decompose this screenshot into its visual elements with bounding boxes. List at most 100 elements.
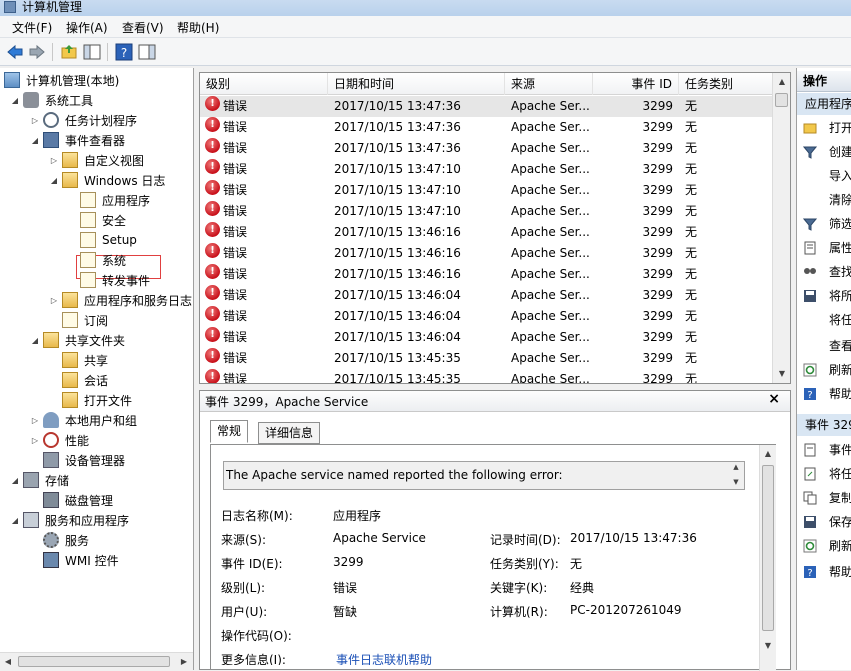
tree-node-system-log[interactable]: 系统 bbox=[80, 251, 128, 269]
column-header-source[interactable]: 来源 bbox=[505, 73, 593, 95]
tab-details[interactable]: 详细信息 bbox=[258, 422, 321, 444]
forward-arrow-icon[interactable] bbox=[28, 43, 46, 61]
collapse-arrow-icon[interactable]: ◢ bbox=[49, 176, 59, 185]
tree-node-application-log[interactable]: 应用程序 bbox=[80, 191, 152, 209]
tree-node-subscriptions[interactable]: 订阅 bbox=[62, 311, 110, 329]
source-value: Apache Service bbox=[333, 531, 426, 545]
collapse-arrow-icon[interactable]: ◢ bbox=[30, 136, 40, 145]
menu-help[interactable]: 帮助(H) bbox=[177, 19, 219, 36]
tree-node-shares[interactable]: 共享 bbox=[62, 351, 110, 369]
tree-node-security-log[interactable]: 安全 bbox=[80, 211, 128, 229]
table-row[interactable]: ! 错误 2017/10/15 13:46:16 Apache Ser... 3299 无 bbox=[200, 264, 774, 285]
table-row[interactable]: ! 错误 2017/10/15 13:47:36 Apache Ser... 3299 无 bbox=[200, 117, 774, 138]
table-row[interactable]: ! 错误 2017/10/15 13:46:04 Apache Ser... 3299 无 bbox=[200, 327, 774, 348]
more-info-link[interactable]: 事件日志联机帮助 bbox=[336, 651, 432, 665]
expand-arrow-icon[interactable]: ▷ bbox=[49, 156, 59, 165]
menu-action[interactable]: 操作(A) bbox=[66, 19, 108, 36]
scroll-thumb[interactable] bbox=[762, 465, 774, 631]
event-message-box[interactable]: The Apache service named reported the fo… bbox=[223, 461, 745, 490]
cell-source: Apache Ser... bbox=[511, 141, 590, 155]
action-label: 事件 bbox=[829, 443, 851, 457]
tree-node-app-service-logs[interactable]: ▷ 应用程序和服务日志 bbox=[49, 291, 194, 309]
expand-arrow-icon[interactable]: ▷ bbox=[30, 416, 40, 425]
collapse-arrow-icon[interactable]: ◢ bbox=[30, 336, 40, 345]
show-hide-tree-icon[interactable] bbox=[83, 43, 101, 61]
tree-node-computer-management[interactable]: 计算机管理(本地) bbox=[4, 71, 121, 89]
column-header-datetime[interactable]: 日期和时间 bbox=[328, 73, 505, 95]
table-row[interactable]: ! 错误 2017/10/15 13:45:35 Apache Ser... 3299 无 bbox=[200, 348, 774, 369]
tree-node-setup-log[interactable]: Setup bbox=[80, 231, 139, 249]
computer-icon bbox=[4, 72, 20, 88]
help-icon[interactable]: ? bbox=[115, 43, 133, 61]
error-icon: ! bbox=[205, 306, 220, 321]
actions-section-event[interactable]: 事件 3299 bbox=[797, 414, 851, 436]
scroll-right-arrow-icon[interactable]: ▶ bbox=[176, 657, 192, 666]
tree-node-wmi[interactable]: WMI 控件 bbox=[43, 551, 121, 569]
column-header-level[interactable]: 级别 bbox=[200, 73, 328, 95]
scroll-up-arrow-icon[interactable]: ▲ bbox=[728, 463, 744, 471]
tree-node-custom-views[interactable]: ▷ 自定义视图 bbox=[49, 151, 146, 169]
tab-general[interactable]: 常规 bbox=[210, 420, 249, 443]
cell-datetime: 2017/10/15 13:46:04 bbox=[334, 288, 461, 302]
tree-node-storage[interactable]: ◢ 存储 bbox=[10, 471, 71, 489]
actions-section-application[interactable]: 应用程序 bbox=[797, 93, 851, 115]
tree-node-services-apps[interactable]: ◢ 服务和应用程序 bbox=[10, 511, 131, 529]
tree-node-performance[interactable]: ▷ 性能 bbox=[30, 431, 91, 449]
table-row[interactable]: ! 错误 2017/10/15 13:46:04 Apache Ser... 3299 无 bbox=[200, 285, 774, 306]
tree-node-device-manager[interactable]: 设备管理器 bbox=[43, 451, 127, 469]
collapse-arrow-icon[interactable]: ◢ bbox=[10, 476, 20, 485]
scroll-thumb[interactable] bbox=[18, 656, 170, 667]
logged-label: 记录时间(D): bbox=[490, 533, 561, 547]
expand-arrow-icon[interactable]: ▷ bbox=[30, 436, 40, 445]
tree-node-local-users[interactable]: ▷ 本地用户和组 bbox=[30, 411, 139, 429]
tree-node-system-tools[interactable]: ◢ 系统工具 bbox=[10, 91, 95, 109]
event-message: The Apache service named reported the fo… bbox=[226, 468, 563, 482]
cell-datetime: 2017/10/15 13:45:35 bbox=[334, 372, 461, 384]
detail-vertical-scrollbar[interactable]: ▲ ▼ bbox=[759, 445, 776, 671]
table-row[interactable]: ! 错误 2017/10/15 13:46:04 Apache Ser... 3299 无 bbox=[200, 306, 774, 327]
show-hide-action-pane-icon[interactable] bbox=[138, 43, 156, 61]
table-row[interactable]: ! 错误 2017/10/15 13:46:16 Apache Ser... 3299 无 bbox=[200, 243, 774, 264]
level-value: 错误 bbox=[333, 581, 358, 595]
table-row[interactable]: ! 错误 2017/10/15 13:47:36 Apache Ser... 3299 无 bbox=[200, 96, 774, 117]
close-icon[interactable]: × bbox=[768, 391, 780, 407]
scroll-thumb[interactable] bbox=[775, 93, 788, 107]
scroll-down-arrow-icon[interactable]: ▼ bbox=[774, 369, 790, 378]
tree-node-windows-logs[interactable]: ◢ Windows 日志 bbox=[49, 171, 167, 189]
tree-horizontal-scrollbar[interactable]: ◀ ▶ bbox=[0, 652, 193, 670]
column-header-event-id[interactable]: 事件 ID bbox=[593, 73, 679, 95]
tree-node-open-files[interactable]: 打开文件 bbox=[62, 391, 134, 409]
tree-node-sessions[interactable]: 会话 bbox=[62, 371, 110, 389]
scroll-left-arrow-icon[interactable]: ◀ bbox=[0, 657, 16, 666]
table-row[interactable]: ! 错误 2017/10/15 13:47:10 Apache Ser... 3299 无 bbox=[200, 201, 774, 222]
cell-source: Apache Ser... bbox=[511, 162, 590, 176]
table-row[interactable]: ! 错误 2017/10/15 13:45:35 Apache Ser... 3299 无 bbox=[200, 369, 774, 384]
tree-node-forwarded-events[interactable]: 转发事件 bbox=[80, 271, 152, 289]
event-detail-header: 事件 3299，Apache Service × bbox=[200, 391, 790, 412]
cell-datetime: 2017/10/15 13:47:36 bbox=[334, 99, 461, 113]
table-row[interactable]: ! 错误 2017/10/15 13:46:16 Apache Ser... 3299 无 bbox=[200, 222, 774, 243]
tree-node-disk-management[interactable]: 磁盘管理 bbox=[43, 491, 115, 509]
menu-file[interactable]: 文件(F) bbox=[12, 19, 52, 36]
scroll-down-arrow-icon[interactable]: ▼ bbox=[760, 641, 776, 650]
tree-node-event-viewer[interactable]: ◢ 事件查看器 bbox=[30, 131, 127, 149]
scroll-up-arrow-icon[interactable]: ▲ bbox=[760, 449, 776, 458]
collapse-arrow-icon[interactable]: ◢ bbox=[10, 96, 20, 105]
menu-view[interactable]: 查看(V) bbox=[122, 19, 164, 36]
table-row[interactable]: ! 错误 2017/10/15 13:47:10 Apache Ser... 3299 无 bbox=[200, 159, 774, 180]
scroll-down-arrow-icon[interactable]: ▼ bbox=[728, 478, 744, 486]
table-row[interactable]: ! 错误 2017/10/15 13:47:36 Apache Ser... 3299 无 bbox=[200, 138, 774, 159]
column-header-task-category[interactable]: 任务类别 bbox=[679, 73, 774, 95]
scroll-up-arrow-icon[interactable]: ▲ bbox=[774, 77, 790, 86]
tree-node-task-scheduler[interactable]: ▷ 任务计划程序 bbox=[30, 111, 139, 129]
expand-arrow-icon[interactable]: ▷ bbox=[30, 116, 40, 125]
expand-arrow-icon[interactable]: ▷ bbox=[49, 296, 59, 305]
cell-task-category: 无 bbox=[685, 162, 698, 176]
event-list-vertical-scrollbar[interactable]: ▲ ▼ bbox=[772, 73, 790, 383]
tree-node-shared-folders[interactable]: ◢ 共享文件夹 bbox=[30, 331, 127, 349]
up-folder-icon[interactable] bbox=[60, 43, 78, 61]
collapse-arrow-icon[interactable]: ◢ bbox=[10, 516, 20, 525]
tree-node-services[interactable]: 服务 bbox=[43, 531, 91, 549]
back-arrow-icon[interactable] bbox=[6, 43, 24, 61]
table-row[interactable]: ! 错误 2017/10/15 13:47:10 Apache Ser... 3299 无 bbox=[200, 180, 774, 201]
